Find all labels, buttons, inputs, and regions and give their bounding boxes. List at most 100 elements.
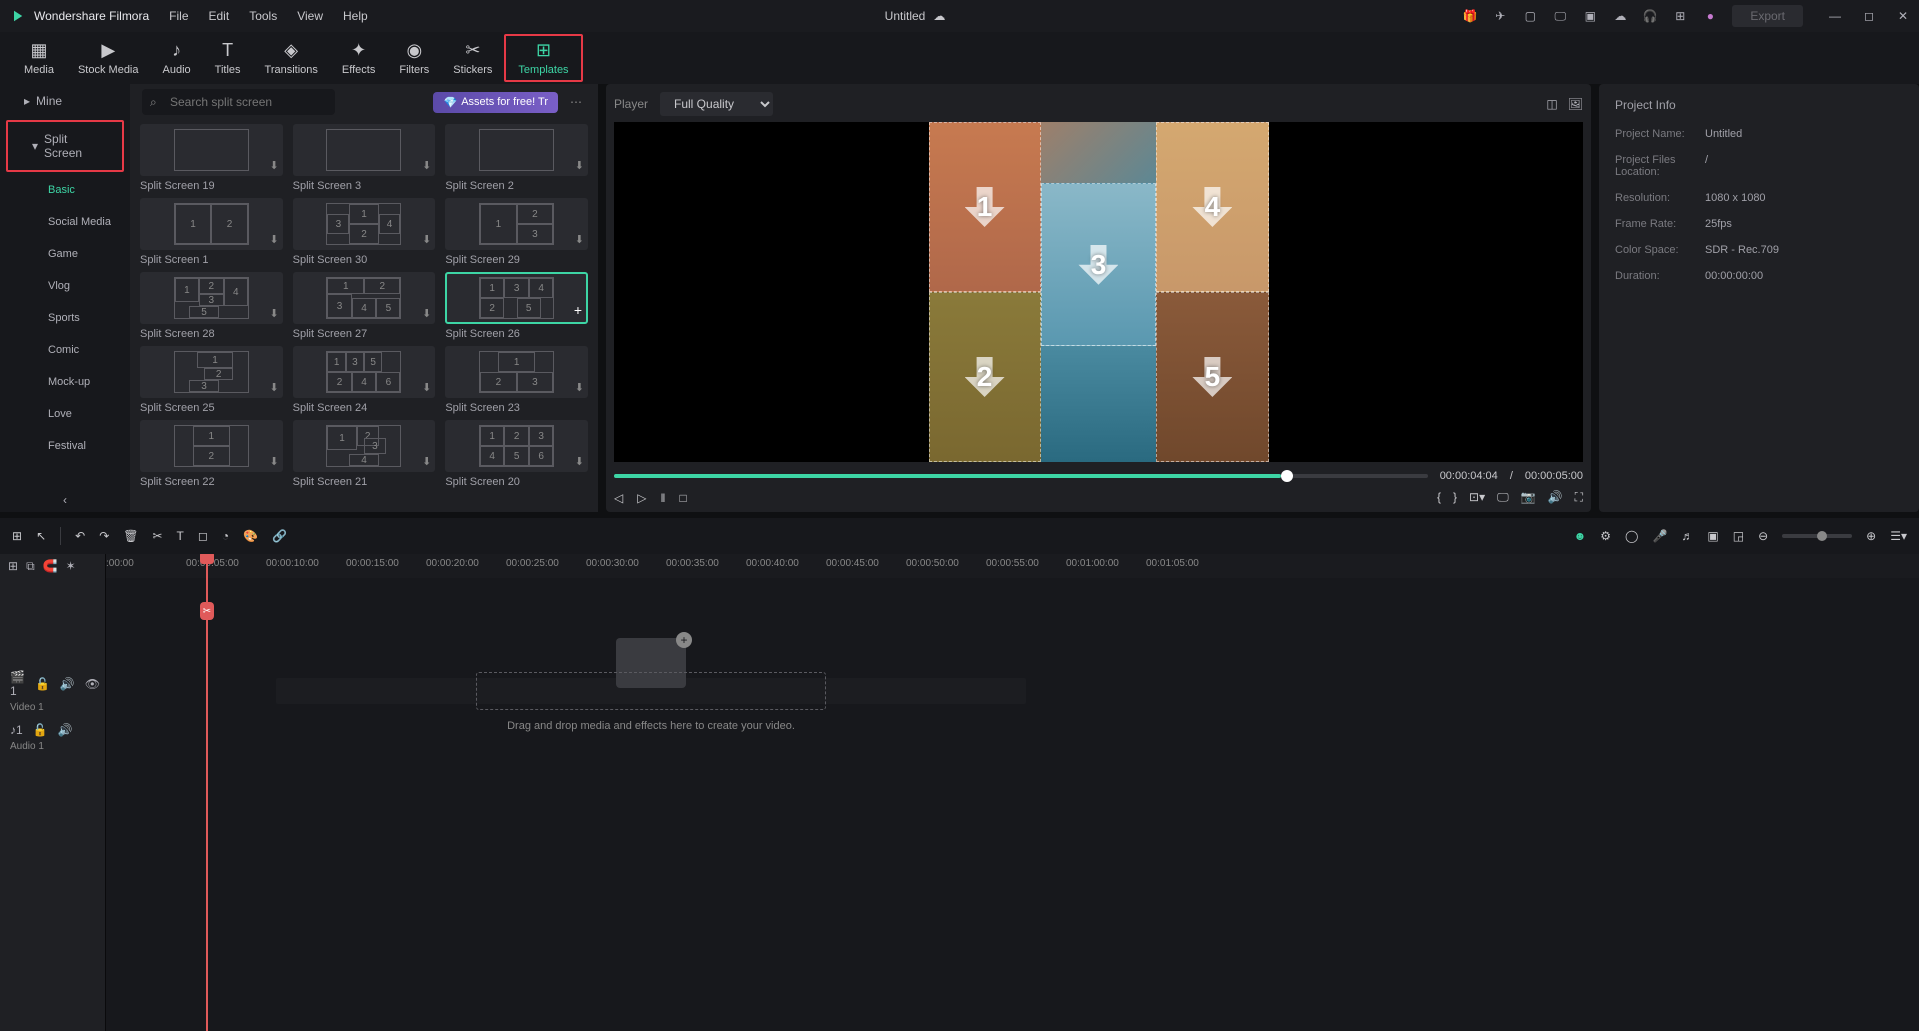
menu-edit[interactable]: Edit xyxy=(209,9,230,23)
plus-icon[interactable]: + xyxy=(574,302,582,318)
avatar-icon[interactable]: ● xyxy=(1702,8,1718,24)
template-card[interactable]: 123⬇Split Screen 23 xyxy=(445,346,588,414)
tab-audio[interactable]: ♪Audio xyxy=(151,36,203,80)
fullscreen-icon[interactable]: ⛶ xyxy=(1575,490,1583,505)
cursor-icon[interactable]: ↖ xyxy=(36,529,46,543)
download-icon[interactable]: ⬇ xyxy=(422,307,431,320)
bracket-out-icon[interactable]: } xyxy=(1453,490,1457,505)
list-icon[interactable]: ☰▾ xyxy=(1890,529,1907,543)
template-card[interactable]: 13425+Split Screen 26 xyxy=(445,272,588,340)
monitor-icon[interactable]: 🖵 xyxy=(1552,8,1568,24)
quality-select[interactable]: Full Quality xyxy=(660,92,773,116)
lock-icon[interactable]: 🔓 xyxy=(35,677,50,691)
display-icon[interactable]: 🖵 xyxy=(1497,490,1509,505)
headphones-icon[interactable]: 🎧 xyxy=(1642,8,1658,24)
tab-titles[interactable]: TTitles xyxy=(203,36,253,80)
image-icon[interactable]: 🖼 xyxy=(1568,97,1583,111)
cloud-icon[interactable]: ☁ xyxy=(1612,8,1628,24)
color-icon[interactable]: 🎨 xyxy=(243,529,258,543)
template-card[interactable]: 3124⬇Split Screen 30 xyxy=(293,198,436,266)
bracket-in-icon[interactable]: { xyxy=(1437,490,1441,505)
link-icon[interactable]: 🔗 xyxy=(272,529,287,543)
playhead-marker[interactable]: ✂ xyxy=(200,602,214,620)
close-icon[interactable]: ✕ xyxy=(1895,8,1911,24)
tab-transitions[interactable]: ◈Transitions xyxy=(253,36,330,80)
redo-icon[interactable]: ↷ xyxy=(99,529,109,543)
sidebar-sub-vlog[interactable]: Vlog xyxy=(0,270,130,302)
snapshot-icon[interactable]: 📷 xyxy=(1521,490,1536,505)
zoom-out-icon[interactable]: ⊖ xyxy=(1758,529,1768,543)
template-card[interactable]: 12345⬇Split Screen 27 xyxy=(293,272,436,340)
tl-grid-icon[interactable]: ⊞ xyxy=(8,559,18,573)
maximize-icon[interactable]: ◻ xyxy=(1861,8,1877,24)
send-icon[interactable]: ✈ xyxy=(1492,8,1508,24)
template-card[interactable]: 1234⬇Split Screen 21 xyxy=(293,420,436,488)
prev-frame-icon[interactable]: ◁ xyxy=(614,491,623,505)
sidebar-sub-mockup[interactable]: Mock-up xyxy=(0,366,130,398)
download-icon[interactable]: ⬇ xyxy=(422,233,431,246)
menu-tools[interactable]: Tools xyxy=(249,9,277,23)
sidebar-sub-festival[interactable]: Festival xyxy=(0,430,130,462)
timeline-ruler[interactable]: :00:0000:00:05:0000:00:10:0000:00:15:000… xyxy=(106,554,1919,578)
download-icon[interactable]: ⬇ xyxy=(422,455,431,468)
tab-media[interactable]: ▦Media xyxy=(12,36,66,80)
download-icon[interactable]: ⬇ xyxy=(575,159,584,172)
template-card[interactable]: 123⬇Split Screen 29 xyxy=(445,198,588,266)
compare-icon[interactable]: ◫ xyxy=(1546,97,1557,111)
download-icon[interactable]: ⬇ xyxy=(269,381,278,394)
undo-icon[interactable]: ↶ xyxy=(75,529,85,543)
template-card[interactable]: 135246⬇Split Screen 24 xyxy=(293,346,436,414)
ratio-icon[interactable]: ⊡▾ xyxy=(1469,490,1485,505)
sidebar-sub-sports[interactable]: Sports xyxy=(0,302,130,334)
zoom-in-icon[interactable]: ⊕ xyxy=(1866,529,1876,543)
gift-icon[interactable]: 🎁 xyxy=(1462,8,1478,24)
lock-icon[interactable]: 🔓 xyxy=(33,723,48,737)
record-icon[interactable]: ▣ xyxy=(1707,529,1718,543)
cloud-sync-icon[interactable]: ☁ xyxy=(933,9,945,23)
download-icon[interactable]: ⬇ xyxy=(575,381,584,394)
sidebar-sub-basic[interactable]: Basic xyxy=(0,174,130,206)
minimize-icon[interactable]: — xyxy=(1827,8,1843,24)
playhead[interactable] xyxy=(206,554,208,1031)
layout-icon[interactable]: ⊞ xyxy=(12,529,22,543)
mic-icon[interactable]: 🎤 xyxy=(1652,529,1667,543)
delete-icon[interactable]: 🗑 xyxy=(123,529,138,543)
tl-magnet-icon[interactable]: 🧲 xyxy=(43,559,58,573)
music-icon[interactable]: ♬ xyxy=(1681,529,1693,543)
template-card[interactable]: ⬇Split Screen 19 xyxy=(140,124,283,192)
download-icon[interactable]: ⬇ xyxy=(269,307,278,320)
download-icon[interactable]: ⬇ xyxy=(269,159,278,172)
play-icon[interactable]: ▷ xyxy=(637,491,646,505)
grid-icon[interactable]: ⊞ xyxy=(1672,8,1688,24)
download-icon[interactable]: ⬇ xyxy=(575,233,584,246)
progress-bar[interactable] xyxy=(614,474,1428,478)
download-icon[interactable]: ⬇ xyxy=(575,455,584,468)
tab-templates[interactable]: ⊞Templates xyxy=(504,34,582,82)
download-icon[interactable]: ⬇ xyxy=(422,381,431,394)
sidebar-sub-socialmedia[interactable]: Social Media xyxy=(0,206,130,238)
menu-view[interactable]: View xyxy=(297,9,323,23)
save-icon[interactable]: ▣ xyxy=(1582,8,1598,24)
marker-icon[interactable]: ◯ xyxy=(1625,529,1638,543)
menu-help[interactable]: Help xyxy=(343,9,368,23)
text-icon[interactable]: T xyxy=(177,529,184,543)
download-icon[interactable]: ⬇ xyxy=(269,455,278,468)
template-card[interactable]: ⬇Split Screen 2 xyxy=(445,124,588,192)
tab-effects[interactable]: ✦Effects xyxy=(330,36,387,80)
eye-icon[interactable]: 👁 xyxy=(85,677,100,691)
search-input[interactable] xyxy=(142,89,335,115)
tab-stickers[interactable]: ✂Stickers xyxy=(441,36,504,80)
cut-icon[interactable]: ✂ xyxy=(152,529,162,543)
tl-link-icon[interactable]: ⧉ xyxy=(26,559,35,574)
template-card[interactable]: 12⬇Split Screen 1 xyxy=(140,198,283,266)
template-card[interactable]: 123⬇Split Screen 25 xyxy=(140,346,283,414)
template-card[interactable]: 12345⬇Split Screen 28 xyxy=(140,272,283,340)
tab-filters[interactable]: ◉Filters xyxy=(387,36,441,80)
track-video[interactable]: 🎬1 🔓 🔊 👁 Video 1 xyxy=(0,668,105,714)
speed-icon[interactable]: ◔ xyxy=(222,529,229,543)
assets-badge[interactable]: 💎 Assets for free! Tr xyxy=(433,92,558,113)
tl-marker2-icon[interactable]: ✶ xyxy=(66,559,76,573)
zoom-slider[interactable] xyxy=(1782,534,1852,538)
timeline-tracks[interactable]: :00:0000:00:05:0000:00:10:0000:00:15:000… xyxy=(106,554,1919,1031)
template-card[interactable]: 123456⬇Split Screen 20 xyxy=(445,420,588,488)
